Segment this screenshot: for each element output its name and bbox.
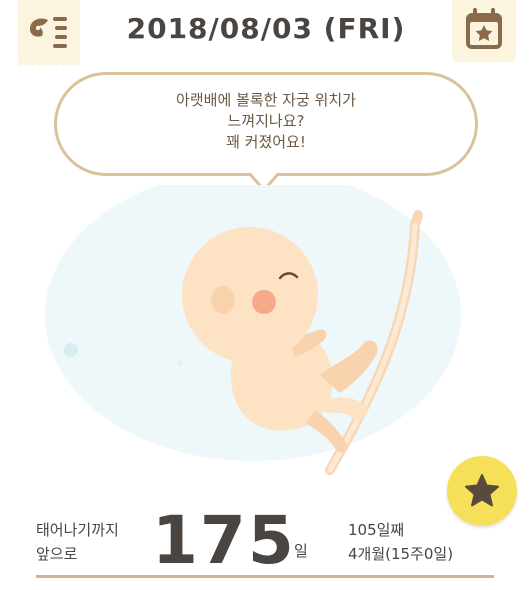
pregnancy-progress-info: 105일째 4개월(15주0일) [348,518,453,566]
favorite-star-button[interactable] [447,456,517,526]
bubble-line: 꽤 커졌어요! [226,133,306,151]
fetus-cheek [252,290,276,314]
fetus-head [182,227,318,363]
bubble-line: 아랫배에 볼록한 자궁 위치가 [176,91,356,109]
divider-line [36,575,494,578]
month-week: 4개월(15주0일) [348,545,454,563]
bubble-line: 느껴지나요? [227,112,305,130]
day-count: 105일째 [348,521,405,539]
bubble-dot [177,360,183,366]
fetus-ear [211,286,235,314]
days-left-number: 175 [152,502,296,579]
days-unit-label: 일 [294,542,308,560]
countdown-label: 태어나기까지 앞으로 [36,518,119,566]
countdown-label-line1: 태어나기까지 [36,521,119,539]
bubble-dot [64,343,78,357]
countdown-label-line2: 앞으로 [36,545,78,563]
fetus-illustration [45,185,461,475]
calendar-star-icon [466,8,502,49]
bubble-message: 아랫배에 볼록한 자궁 위치가 느껴지나요? 꽤 커졌어요! [54,90,478,153]
calendar-button[interactable] [452,0,516,62]
star-icon [465,474,499,507]
